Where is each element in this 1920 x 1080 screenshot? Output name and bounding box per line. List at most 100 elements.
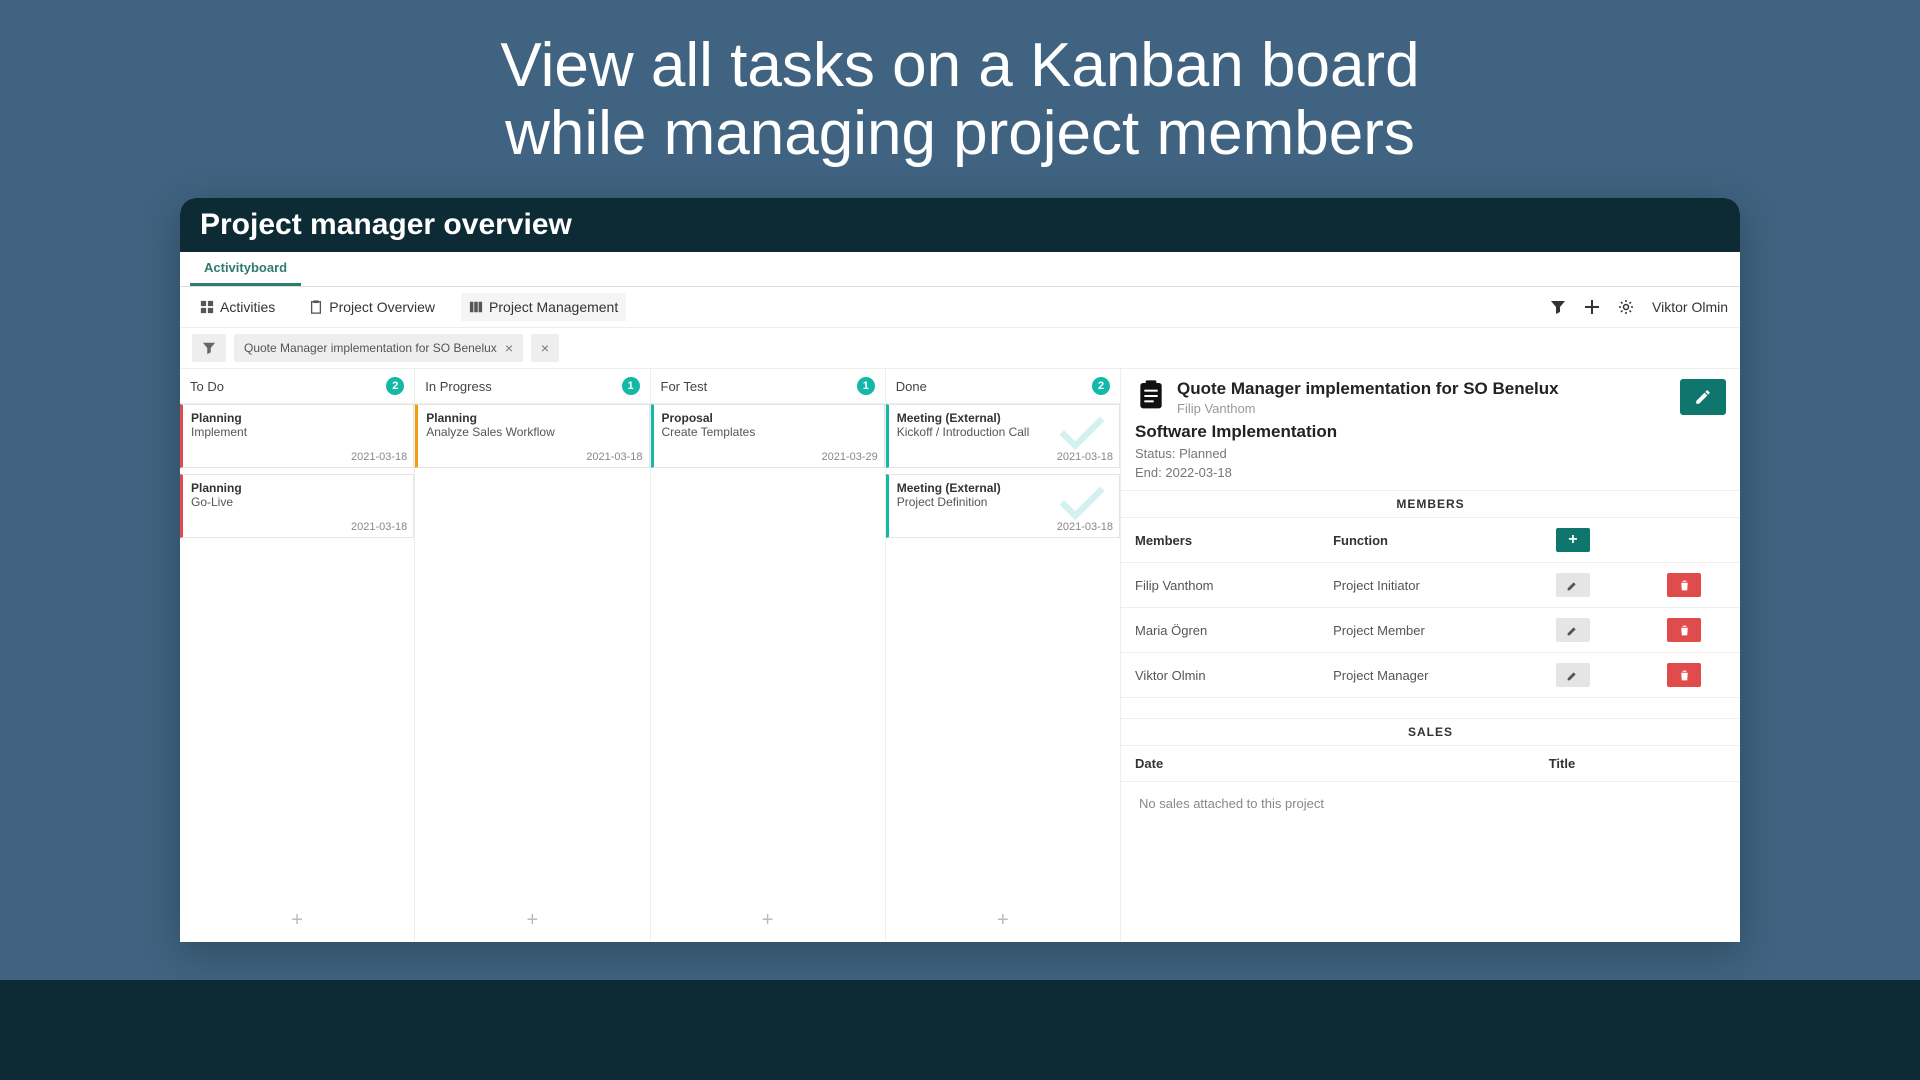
- members-table: Members Function + Filip Vanthom Project…: [1121, 518, 1740, 698]
- toolbar-label: Project Management: [489, 299, 618, 315]
- app-window: Project manager overview Activityboard A…: [180, 198, 1740, 942]
- hero-headline: View all tasks on a Kanban board while m…: [500, 32, 1419, 168]
- member-row: Filip Vanthom Project Initiator: [1121, 563, 1740, 608]
- add-icon[interactable]: [1584, 299, 1600, 315]
- card-desc: Create Templates: [662, 425, 876, 439]
- project-type: Software Implementation: [1135, 422, 1726, 442]
- filter-chip-row: Quote Manager implementation for SO Bene…: [180, 328, 1740, 369]
- kanban-column-inprogress: In Progress 1 Planning Analyze Sales Wor…: [415, 369, 650, 942]
- member-role: Project Manager: [1319, 653, 1517, 698]
- kanban-card[interactable]: Meeting (External) Project Definition 20…: [886, 474, 1120, 538]
- chip-label: Quote Manager implementation for SO Bene…: [244, 341, 497, 355]
- column-title: Done: [896, 379, 927, 394]
- card-title: Planning: [191, 481, 405, 495]
- column-count-badge: 2: [1092, 377, 1110, 395]
- add-card-button[interactable]: +: [651, 899, 885, 942]
- clear-filters-button[interactable]: ×: [531, 334, 559, 362]
- add-member-button[interactable]: +: [1556, 528, 1590, 552]
- kanban-board: To Do 2 Planning Implement 2021-03-18 Pl…: [180, 369, 1120, 942]
- project-owner: Filip Vanthom: [1177, 401, 1670, 416]
- delete-member-button[interactable]: [1667, 663, 1701, 687]
- card-date: 2021-03-18: [586, 451, 642, 463]
- sales-empty-state: No sales attached to this project: [1121, 782, 1740, 825]
- kanban-card[interactable]: Proposal Create Templates 2021-03-29: [651, 404, 885, 468]
- member-name: Maria Ögren: [1121, 608, 1319, 653]
- primary-tabs: Activityboard: [180, 252, 1740, 287]
- sales-table-head: Date Title: [1121, 746, 1740, 782]
- project-title: Quote Manager implementation for SO Bene…: [1177, 379, 1670, 399]
- grid-icon: [200, 300, 214, 314]
- column-count-badge: 1: [622, 377, 640, 395]
- toolbar-label: Activities: [220, 299, 275, 315]
- column-title: To Do: [190, 379, 224, 394]
- filter-toggle[interactable]: [192, 334, 226, 362]
- card-date: 2021-03-18: [351, 521, 407, 533]
- kanban-card[interactable]: Planning Analyze Sales Workflow 2021-03-…: [415, 404, 649, 468]
- member-role: Project Initiator: [1319, 563, 1517, 608]
- gear-icon[interactable]: [1618, 299, 1634, 315]
- view-toolbar: Activities Project Overview Project Mana…: [180, 287, 1740, 328]
- add-card-button[interactable]: +: [180, 899, 414, 942]
- column-title: In Progress: [425, 379, 491, 394]
- toolbar-project-overview[interactable]: Project Overview: [301, 293, 443, 321]
- add-card-button[interactable]: +: [886, 899, 1120, 942]
- app-titlebar: Project manager overview: [180, 198, 1740, 252]
- kanban-card[interactable]: Meeting (External) Kickoff / Introductio…: [886, 404, 1120, 468]
- card-date: 2021-03-29: [821, 451, 877, 463]
- card-title: Planning: [191, 411, 405, 425]
- card-title: Planning: [426, 411, 640, 425]
- footer-band: [0, 980, 1920, 1080]
- tab-label: Activityboard: [204, 260, 287, 275]
- edit-member-button[interactable]: [1556, 573, 1590, 597]
- add-card-button[interactable]: +: [415, 899, 649, 942]
- current-user[interactable]: Viktor Olmin: [1652, 299, 1728, 315]
- card-date: 2021-03-18: [351, 451, 407, 463]
- column-count-badge: 2: [386, 377, 404, 395]
- member-row: Viktor Olmin Project Manager: [1121, 653, 1740, 698]
- chip-remove-icon[interactable]: ×: [505, 340, 513, 356]
- col-members: Members: [1121, 518, 1319, 563]
- card-desc: Analyze Sales Workflow: [426, 425, 640, 439]
- kanban-column-done: Done 2 Meeting (External) Kickoff / Intr…: [886, 369, 1120, 942]
- funnel-icon: [202, 341, 216, 355]
- project-end: End: 2022-03-18: [1135, 465, 1726, 480]
- toolbar-project-management[interactable]: Project Management: [461, 293, 626, 321]
- kanban-card[interactable]: Planning Implement 2021-03-18: [180, 404, 414, 468]
- sales-section-heading: SALES: [1121, 718, 1740, 746]
- member-name: Viktor Olmin: [1121, 653, 1319, 698]
- project-detail-panel: Quote Manager implementation for SO Bene…: [1120, 369, 1740, 942]
- toolbar-label: Project Overview: [329, 299, 435, 315]
- card-title: Proposal: [662, 411, 876, 425]
- filter-icon[interactable]: [1550, 299, 1566, 315]
- columns-icon: [469, 300, 483, 314]
- members-section-heading: MEMBERS: [1121, 490, 1740, 518]
- column-title: For Test: [661, 379, 708, 394]
- delete-member-button[interactable]: [1667, 618, 1701, 642]
- col-date: Date: [1135, 756, 1549, 771]
- card-date: 2021-03-18: [1057, 521, 1113, 533]
- col-function: Function: [1319, 518, 1517, 563]
- app-title: Project manager overview: [200, 208, 572, 241]
- hero-line-1: View all tasks on a Kanban board: [500, 31, 1419, 100]
- member-name: Filip Vanthom: [1121, 563, 1319, 608]
- clipboard-icon: [309, 300, 323, 314]
- tab-activityboard[interactable]: Activityboard: [190, 252, 301, 286]
- column-count-badge: 1: [857, 377, 875, 395]
- toolbar-activities[interactable]: Activities: [192, 293, 283, 321]
- project-status: Status: Planned: [1135, 446, 1726, 461]
- kanban-card[interactable]: Planning Go-Live 2021-03-18: [180, 474, 414, 538]
- kanban-column-todo: To Do 2 Planning Implement 2021-03-18 Pl…: [180, 369, 415, 942]
- edit-member-button[interactable]: [1556, 618, 1590, 642]
- col-title: Title: [1549, 756, 1576, 771]
- card-desc: Go-Live: [191, 495, 405, 509]
- edit-project-button[interactable]: [1680, 379, 1726, 415]
- delete-member-button[interactable]: [1667, 573, 1701, 597]
- hero-line-2: while managing project members: [505, 99, 1415, 168]
- member-row: Maria Ögren Project Member: [1121, 608, 1740, 653]
- clipboard-icon: [1135, 379, 1167, 411]
- member-role: Project Member: [1319, 608, 1517, 653]
- active-filter-chip[interactable]: Quote Manager implementation for SO Bene…: [234, 334, 523, 362]
- card-date: 2021-03-18: [1057, 451, 1113, 463]
- edit-member-button[interactable]: [1556, 663, 1590, 687]
- card-desc: Implement: [191, 425, 405, 439]
